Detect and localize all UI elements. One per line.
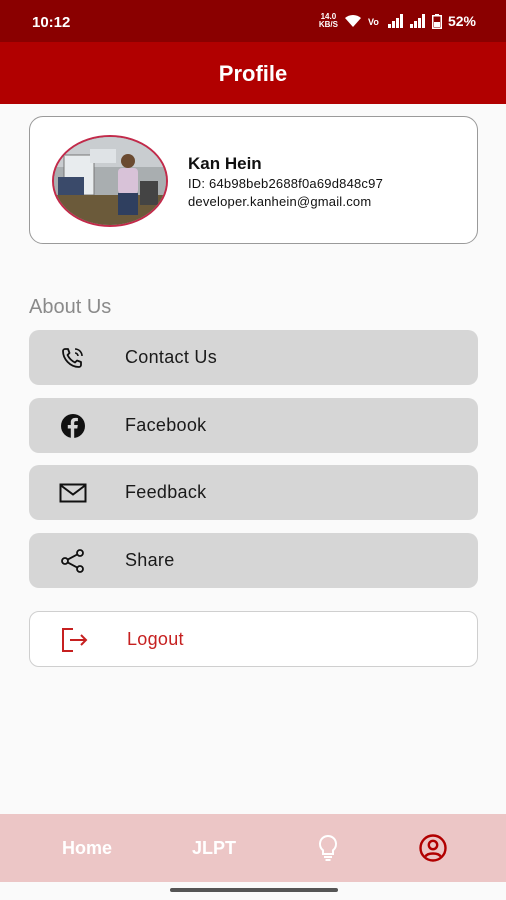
feedback-button[interactable]: Feedback	[29, 465, 478, 520]
nav-profile[interactable]	[410, 814, 456, 882]
logout-button[interactable]: Logout	[29, 611, 478, 667]
facebook-button[interactable]: Facebook	[29, 398, 478, 453]
share-label: Share	[125, 550, 175, 570]
volte-icon: Vo	[368, 17, 379, 27]
share-icon	[59, 548, 87, 574]
nav-jlpt[interactable]: JLPT	[172, 814, 256, 882]
lightbulb-icon	[318, 834, 338, 861]
feedback-label: Feedback	[125, 482, 207, 502]
user-id: ID: 64b98beb2688f0a69d848c97	[188, 176, 383, 191]
contact-us-button[interactable]: Contact Us	[29, 330, 478, 385]
battery-icon	[431, 13, 442, 29]
bottom-nav: Home JLPT	[0, 814, 506, 882]
status-bar: 10:12 14.0 KB/S Vo 52%	[0, 0, 506, 42]
nav-tips[interactable]	[305, 814, 351, 882]
user-name: Kan Hein	[188, 154, 262, 173]
nav-home-label: Home	[61, 837, 112, 858]
app-bar: Profile	[0, 42, 506, 104]
profile-card: Kan Hein ID: 64b98beb2688f0a69d848c97 de…	[29, 116, 478, 244]
phone-call-icon	[59, 345, 87, 371]
wifi-icon	[344, 14, 361, 27]
signal-1-icon	[387, 14, 403, 28]
signal-2-icon	[409, 14, 425, 28]
status-time: 10:12	[32, 14, 71, 31]
mail-icon	[59, 480, 87, 506]
battery-percent: 52%	[447, 13, 476, 29]
network-speed: 14.0 KB/S	[318, 12, 338, 29]
contact-us-label: Contact Us	[125, 347, 218, 367]
profile-circle-icon	[419, 834, 447, 862]
user-email: developer.kanhein@gmail.com	[188, 194, 372, 209]
facebook-label: Facebook	[125, 415, 207, 435]
status-icons: 14.0 KB/S Vo 52%	[318, 12, 476, 30]
share-button[interactable]: Share	[29, 533, 478, 588]
logout-label: Logout	[127, 629, 184, 649]
avatar	[52, 135, 168, 227]
nav-home[interactable]: Home	[42, 814, 132, 882]
nav-jlpt-label: JLPT	[191, 837, 236, 858]
avatar-photo	[54, 137, 166, 225]
about-us-heading: About Us	[29, 296, 112, 318]
svg-text:Vo: Vo	[368, 17, 379, 27]
facebook-icon	[59, 413, 87, 439]
logout-icon	[60, 627, 90, 653]
home-indicator	[170, 888, 338, 892]
page-title: Profile	[218, 61, 288, 86]
